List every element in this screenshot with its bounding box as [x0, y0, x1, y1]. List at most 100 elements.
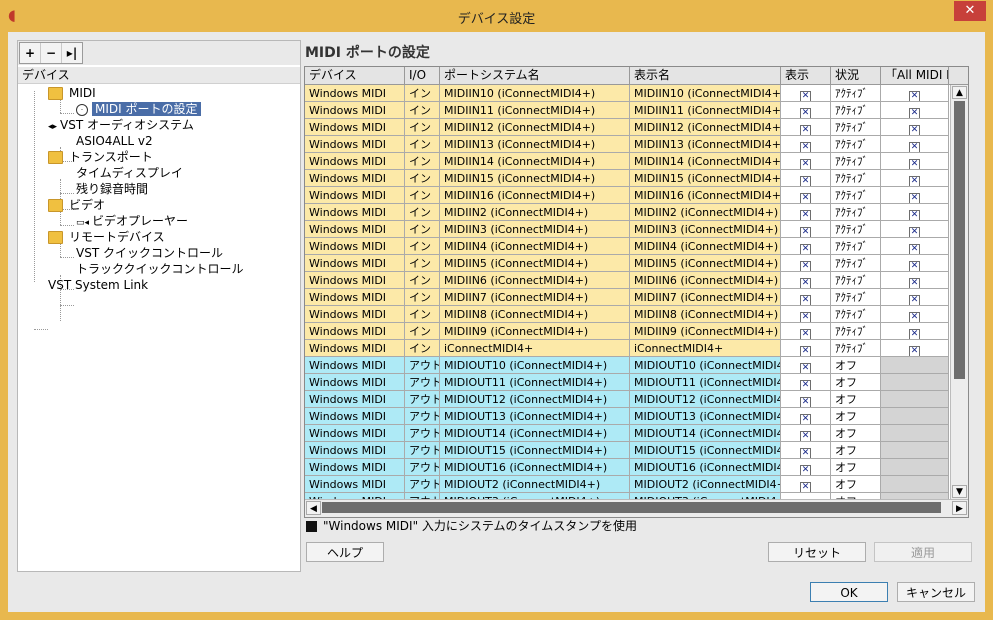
cell-all-midi-in[interactable]: ✕ — [881, 306, 949, 323]
cell-visible[interactable]: ✕ — [781, 85, 831, 102]
vertical-scrollbar[interactable]: ▲ ▼ — [950, 85, 968, 499]
cell-state[interactable]: オフ — [831, 442, 881, 459]
table-row[interactable]: Windows MIDI イン MIDIIN10 (iConnectMIDI4+) M… — [305, 85, 949, 102]
cell-all-midi-in[interactable]: ✕ — [881, 340, 949, 357]
tree-node-video[interactable]: ビデオ — [48, 197, 105, 213]
column-header-device[interactable]: デバイス — [305, 67, 405, 84]
horizontal-scrollbar[interactable]: ◀ ▶ — [305, 499, 968, 517]
cell-display-name[interactable]: iConnectMIDI4+ — [630, 340, 781, 357]
cell-visible[interactable]: ✕ — [781, 255, 831, 272]
table-row[interactable]: Windows MIDI イン iConnectMIDI4+ iConnectMIDI… — [305, 340, 949, 357]
cell-all-midi-in[interactable]: ✕ — [881, 323, 949, 340]
horizontal-scroll-thumb[interactable] — [322, 502, 941, 513]
add-device-button[interactable]: + — [20, 43, 41, 63]
reset-button[interactable]: リセット — [768, 542, 866, 562]
tree-node-vst-quick-controls[interactable]: VST クイックコントロール — [76, 245, 223, 261]
table-row[interactable]: Windows MIDI アウト MIDIOUT10 (iConnectMIDI4+… — [305, 357, 949, 374]
table-row[interactable]: Windows MIDI イン MIDIIN15 (iConnectMIDI4+) M… — [305, 170, 949, 187]
cell-all-midi-in[interactable]: ✕ — [881, 170, 949, 187]
cell-visible[interactable]: ✕ — [781, 170, 831, 187]
checked-checkbox-icon[interactable]: ✕ — [800, 482, 811, 492]
checked-checkbox-icon[interactable]: ✕ — [800, 397, 811, 407]
checked-checkbox-icon[interactable]: ✕ — [909, 142, 920, 152]
cell-state[interactable]: ｱｸﾃｨﾌﾞ — [831, 340, 881, 357]
checked-checkbox-icon[interactable]: ✕ — [800, 227, 811, 237]
table-row[interactable]: Windows MIDI アウト MIDIOUT15 (iConnectMIDI4+… — [305, 442, 949, 459]
checked-checkbox-icon[interactable]: ✕ — [800, 346, 811, 356]
cell-all-midi-in[interactable]: ✕ — [881, 85, 949, 102]
cell-state[interactable]: ｱｸﾃｨﾌﾞ — [831, 221, 881, 238]
cell-visible[interactable]: ✕ — [781, 323, 831, 340]
cell-all-midi-in[interactable]: ✕ — [881, 204, 949, 221]
cell-visible[interactable]: ✕ — [781, 408, 831, 425]
cell-visible[interactable]: ✕ — [781, 374, 831, 391]
checked-checkbox-icon[interactable]: ✕ — [909, 346, 920, 356]
tree-node-record-time-left[interactable]: 残り録音時間 — [76, 181, 148, 197]
checked-checkbox-icon[interactable]: ✕ — [800, 210, 811, 220]
reset-device-button[interactable]: ▸| — [62, 43, 82, 63]
cell-all-midi-in[interactable]: ✕ — [881, 238, 949, 255]
cell-state[interactable]: オフ — [831, 476, 881, 493]
table-row[interactable]: Windows MIDI イン MIDIIN7 (iConnectMIDI4+) MI… — [305, 289, 949, 306]
checked-checkbox-icon[interactable]: ✕ — [909, 312, 920, 322]
checked-checkbox-icon[interactable]: ✕ — [909, 329, 920, 339]
checked-checkbox-icon[interactable]: ✕ — [800, 431, 811, 441]
cell-state[interactable]: オフ — [831, 408, 881, 425]
cell-display-name[interactable]: MIDIIN4 (iConnectMIDI4+) — [630, 238, 781, 255]
table-row[interactable]: Windows MIDI イン MIDIIN9 (iConnectMIDI4+) MI… — [305, 323, 949, 340]
table-row[interactable]: Windows MIDI アウト MIDIOUT16 (iConnectMIDI4+… — [305, 459, 949, 476]
cell-state[interactable]: ｱｸﾃｨﾌﾞ — [831, 187, 881, 204]
table-row[interactable]: Windows MIDI イン MIDIIN8 (iConnectMIDI4+) MI… — [305, 306, 949, 323]
cell-visible[interactable]: ✕ — [781, 459, 831, 476]
help-button[interactable]: ヘルプ — [306, 542, 384, 562]
cell-all-midi-in[interactable]: ✕ — [881, 119, 949, 136]
cell-state[interactable]: ｱｸﾃｨﾌﾞ — [831, 136, 881, 153]
apply-button[interactable]: 適用 — [874, 542, 972, 562]
cell-display-name[interactable]: MIDIIN7 (iConnectMIDI4+) — [630, 289, 781, 306]
table-row[interactable]: Windows MIDI イン MIDIIN4 (iConnectMIDI4+) MI… — [305, 238, 949, 255]
cell-display-name[interactable]: MIDIIN2 (iConnectMIDI4+) — [630, 204, 781, 221]
cell-visible[interactable]: ✕ — [781, 340, 831, 357]
cell-visible[interactable]: ✕ — [781, 238, 831, 255]
cell-state[interactable]: ｱｸﾃｨﾌﾞ — [831, 153, 881, 170]
cell-state[interactable]: ｱｸﾃｨﾌﾞ — [831, 272, 881, 289]
cell-display-name[interactable]: MIDIOUT2 (iConnectMIDI4+) — [630, 476, 781, 493]
table-row[interactable]: Windows MIDI イン MIDIIN12 (iConnectMIDI4+) M… — [305, 119, 949, 136]
tree-node-time-display[interactable]: タイムディスプレイ — [76, 165, 183, 181]
cancel-button[interactable]: キャンセル — [897, 582, 975, 602]
cell-display-name[interactable]: MIDIOUT14 (iConnectMIDI4+) — [630, 425, 781, 442]
cell-display-name[interactable]: MIDIIN10 (iConnectMIDI4+) — [630, 85, 781, 102]
system-timestamp-checkbox[interactable] — [306, 521, 317, 532]
tree-node-video-player[interactable]: ▭◂ ビデオプレーヤー — [76, 213, 188, 229]
checked-checkbox-icon[interactable]: ✕ — [800, 380, 811, 390]
table-row[interactable]: Windows MIDI イン MIDIIN3 (iConnectMIDI4+) MI… — [305, 221, 949, 238]
cell-state[interactable]: ｱｸﾃｨﾌﾞ — [831, 238, 881, 255]
cell-display-name[interactable]: MIDIOUT10 (iConnectMIDI4+) — [630, 357, 781, 374]
cell-display-name[interactable]: MIDIOUT12 (iConnectMIDI4+) — [630, 391, 781, 408]
checked-checkbox-icon[interactable]: ✕ — [909, 91, 920, 101]
cell-display-name[interactable]: MIDIIN14 (iConnectMIDI4+) — [630, 153, 781, 170]
cell-visible[interactable]: ✕ — [781, 187, 831, 204]
cell-display-name[interactable]: MIDIIN12 (iConnectMIDI4+) — [630, 119, 781, 136]
checked-checkbox-icon[interactable]: ✕ — [800, 176, 811, 186]
cell-visible[interactable]: ✕ — [781, 476, 831, 493]
checked-checkbox-icon[interactable]: ✕ — [800, 125, 811, 135]
scroll-down-arrow-icon[interactable]: ▼ — [952, 485, 967, 498]
cell-display-name[interactable]: MIDIOUT11 (iConnectMIDI4+) — [630, 374, 781, 391]
cell-state[interactable]: オフ — [831, 425, 881, 442]
cell-state[interactable]: オフ — [831, 357, 881, 374]
cell-all-midi-in[interactable]: ✕ — [881, 255, 949, 272]
cell-all-midi-in[interactable]: ✕ — [881, 221, 949, 238]
checked-checkbox-icon[interactable]: ✕ — [909, 210, 920, 220]
cell-state[interactable]: ｱｸﾃｨﾌﾞ — [831, 119, 881, 136]
cell-all-midi-in[interactable]: ✕ — [881, 187, 949, 204]
ok-button[interactable]: OK — [810, 582, 888, 602]
cell-state[interactable]: オフ — [831, 374, 881, 391]
cell-visible[interactable]: ✕ — [781, 119, 831, 136]
tree-node-transport[interactable]: トランスポート — [48, 149, 153, 165]
table-row[interactable]: Windows MIDI イン MIDIIN13 (iConnectMIDI4+) M… — [305, 136, 949, 153]
tree-node-vst-audio-system[interactable]: ◂▸ VST オーディオシステム — [48, 117, 194, 133]
cell-display-name[interactable]: MIDIIN5 (iConnectMIDI4+) — [630, 255, 781, 272]
table-row[interactable]: Windows MIDI アウト MIDIOUT11 (iConnectMIDI4+… — [305, 374, 949, 391]
cell-visible[interactable]: ✕ — [781, 442, 831, 459]
